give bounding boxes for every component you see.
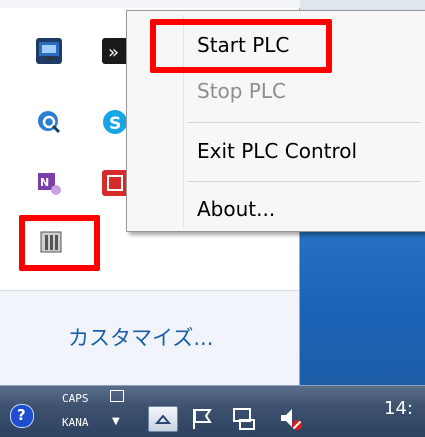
menu-item-about[interactable]: About...: [197, 197, 275, 221]
highlight-plc-icon: [19, 215, 100, 271]
menu-separator: [187, 122, 421, 123]
skype-icon[interactable]: S: [102, 109, 128, 135]
taskbar-clock[interactable]: 14:: [384, 398, 413, 419]
menu-item-stop-plc: Stop PLC: [197, 79, 286, 103]
search-app-icon[interactable]: [36, 109, 62, 135]
network-icon[interactable]: [232, 406, 258, 434]
menu-item-exit-plc-control[interactable]: Exit PLC Control: [197, 139, 357, 163]
panel-top-strip: [0, 0, 300, 8]
red-app-icon[interactable]: [102, 170, 128, 196]
chevron-down-icon[interactable]: ▼: [112, 416, 120, 427]
kana-indicator: KANA: [62, 416, 89, 429]
ime-icon[interactable]: [110, 390, 124, 402]
network-monitor-icon[interactable]: [36, 38, 62, 64]
caps-indicator: CAPS: [62, 392, 89, 405]
highlight-start-plc: [150, 19, 332, 73]
media-icon[interactable]: »: [102, 38, 128, 64]
action-center-flag-icon[interactable]: [190, 406, 214, 434]
menu-separator: [187, 181, 421, 182]
volume-muted-icon[interactable]: [278, 406, 304, 434]
svg-text:S: S: [109, 114, 121, 134]
taskbar: ? CAPS KANA ▼: [0, 385, 425, 437]
svg-text:»: »: [108, 42, 119, 63]
onenote-icon[interactable]: N: [36, 170, 62, 196]
show-hidden-icons-button[interactable]: [148, 406, 178, 432]
customize-link[interactable]: カスタマイズ...: [68, 322, 213, 352]
language-bar-icon[interactable]: ?: [10, 404, 34, 428]
svg-text:N: N: [40, 176, 49, 189]
